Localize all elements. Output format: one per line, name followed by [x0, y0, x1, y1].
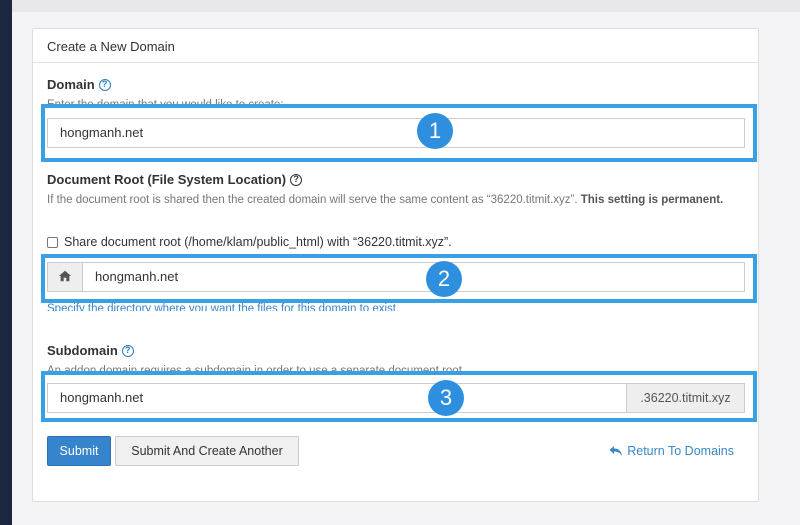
return-to-domains-label: Return To Domains — [627, 444, 734, 458]
step-badge-1: 1 — [417, 113, 453, 149]
subdomain-label-text: Subdomain — [47, 343, 118, 358]
submit-button[interactable]: Submit — [47, 436, 111, 466]
help-icon[interactable]: ? — [290, 173, 303, 186]
domain-input[interactable]: hongmanh.net — [47, 118, 745, 148]
docroot-label: Document Root (File System Location) ? — [47, 172, 303, 187]
docroot-label-text: Document Root (File System Location) — [47, 172, 287, 187]
docroot-permanent-note: This setting is permanent. — [580, 194, 724, 206]
subdomain-suffix: .36220.titmit.xyz — [626, 383, 745, 413]
help-icon[interactable]: ? — [98, 78, 111, 91]
docroot-home-addon — [47, 262, 83, 292]
docroot-description-text: If the document root is shared then the … — [47, 194, 581, 206]
docroot-description: If the document root is shared then the … — [47, 192, 737, 209]
step-badge-3: 3 — [428, 380, 464, 416]
subdomain-label: Subdomain ? — [47, 343, 134, 358]
reply-arrow-icon — [609, 446, 623, 456]
docroot-hint: Specify the directory where you want the… — [47, 303, 400, 311]
subdomain-input[interactable]: hongmanh.net — [47, 383, 627, 413]
share-docroot-checkbox[interactable] — [47, 236, 58, 248]
top-bar — [12, 0, 800, 12]
submit-and-create-another-button[interactable]: Submit And Create Another — [115, 436, 299, 466]
domain-label: Domain ? — [47, 77, 111, 92]
create-domain-panel: Create a New Domain Domain ? Enter the d… — [32, 28, 759, 502]
share-docroot-row[interactable]: Share document root (/home/klam/public_h… — [47, 235, 452, 249]
step-badge-2: 2 — [426, 261, 462, 297]
home-icon — [58, 270, 72, 282]
share-docroot-label: Share document root (/home/klam/public_h… — [64, 235, 452, 249]
return-to-domains-link[interactable]: Return To Domains — [609, 444, 734, 458]
docroot-input[interactable]: hongmanh.net — [82, 262, 745, 292]
panel-title: Create a New Domain — [33, 29, 758, 63]
domain-label-text: Domain — [47, 77, 95, 92]
help-icon[interactable]: ? — [121, 344, 134, 357]
left-nav-strip — [0, 0, 12, 525]
